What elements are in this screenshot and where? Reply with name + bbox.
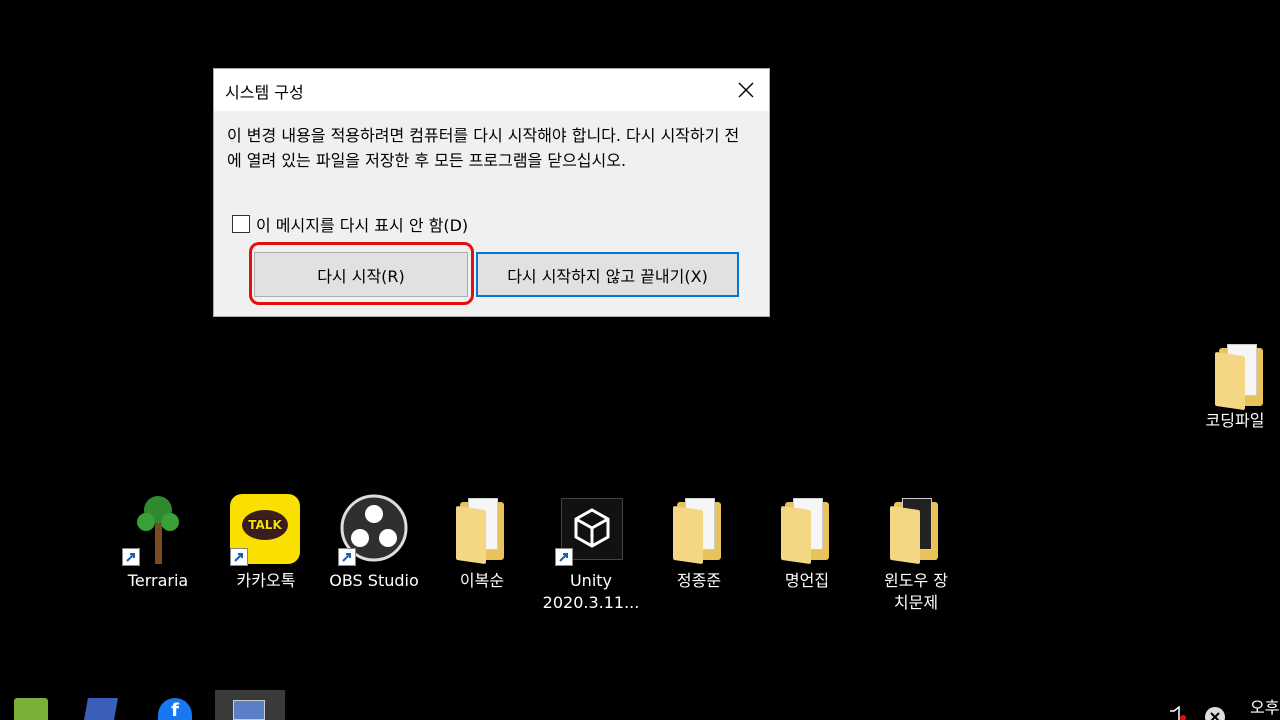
desktop-icon-folder-1[interactable]: 이복순 — [432, 494, 532, 592]
desktop-icon-label: 이복순 — [459, 571, 505, 590]
desktop-icon-label: 코딩파일 — [1205, 411, 1265, 430]
kakao-talk-badge: TALK — [248, 518, 282, 532]
desktop-icon-label: 윈도우 장치문제 — [884, 571, 948, 612]
dont-show-again-row[interactable]: 이 메시지를 다시 표시 안 함(D) — [232, 212, 468, 236]
desktop-icon-folder-4[interactable]: 윈도우 장치문제 — [866, 494, 966, 614]
dont-show-again-label[interactable]: 이 메시지를 다시 표시 안 함(D) — [256, 212, 468, 236]
obs-icon — [338, 494, 410, 566]
desktop-icon-kakaotalk[interactable]: TALK 카카오톡 — [216, 494, 316, 592]
desktop-icon-label: 카카오톡 — [236, 571, 296, 590]
dialog-message: 이 변경 내용을 적용하려면 컴퓨터를 다시 시작해야 합니다. 다시 시작하기… — [227, 126, 740, 170]
desktop-icon-folder-2[interactable]: 정종준 — [649, 494, 749, 592]
dialog-titlebar[interactable]: 시스템 구성 — [214, 69, 769, 111]
desktop-icon-label: Unity 2020.3.11... — [542, 571, 640, 612]
folder-icon — [880, 494, 952, 566]
taskbar-app-icon[interactable] — [14, 698, 48, 720]
desktop-icon-obs[interactable]: OBS Studio — [324, 494, 424, 592]
speaker-icon[interactable] — [1168, 706, 1188, 720]
unity-icon — [555, 494, 627, 566]
desktop-icon-unity[interactable]: Unity 2020.3.11... — [541, 494, 641, 614]
desktop-icon-label: 명언집 — [784, 571, 830, 590]
restart-button[interactable]: 다시 시작(R) — [254, 252, 468, 297]
desktop-icon-label: Terraria — [127, 571, 189, 590]
shortcut-arrow-icon — [338, 548, 356, 566]
desktop-icon-folder-5[interactable]: 코딩파일 — [1190, 340, 1280, 432]
dont-show-again-checkbox[interactable] — [232, 215, 250, 233]
desktop-icon-label: OBS Studio — [329, 571, 419, 590]
desktop-icon-folder-3[interactable]: 명언집 — [757, 494, 857, 592]
taskbar-active-app[interactable] — [215, 690, 285, 720]
clock-text[interactable]: 오후 — [1250, 694, 1279, 718]
folder-icon — [1205, 340, 1265, 411]
folder-icon — [771, 494, 843, 566]
shortcut-arrow-icon — [122, 548, 140, 566]
taskbar-app-icon[interactable] — [84, 698, 118, 720]
folder-icon — [446, 494, 518, 566]
shortcut-arrow-icon — [230, 548, 248, 566]
taskbar-facebook-icon[interactable]: f — [158, 698, 192, 720]
desktop-icon-label: 정종준 — [676, 571, 722, 590]
close-button[interactable] — [723, 69, 769, 111]
close-icon — [738, 82, 754, 98]
folder-icon — [663, 494, 735, 566]
exit-without-restart-button[interactable]: 다시 시작하지 않고 끝내기(X) — [476, 252, 739, 297]
desktop-icon-terraria[interactable]: Terraria — [108, 494, 208, 592]
network-error-icon[interactable] — [1204, 706, 1226, 720]
dialog-title: 시스템 구성 — [225, 83, 304, 102]
shortcut-arrow-icon — [555, 548, 573, 566]
terraria-icon — [122, 494, 194, 566]
system-config-dialog: 시스템 구성 이 변경 내용을 적용하려면 컴퓨터를 다시 시작해야 합니다. … — [213, 68, 770, 317]
kakaotalk-icon: TALK — [230, 494, 302, 566]
